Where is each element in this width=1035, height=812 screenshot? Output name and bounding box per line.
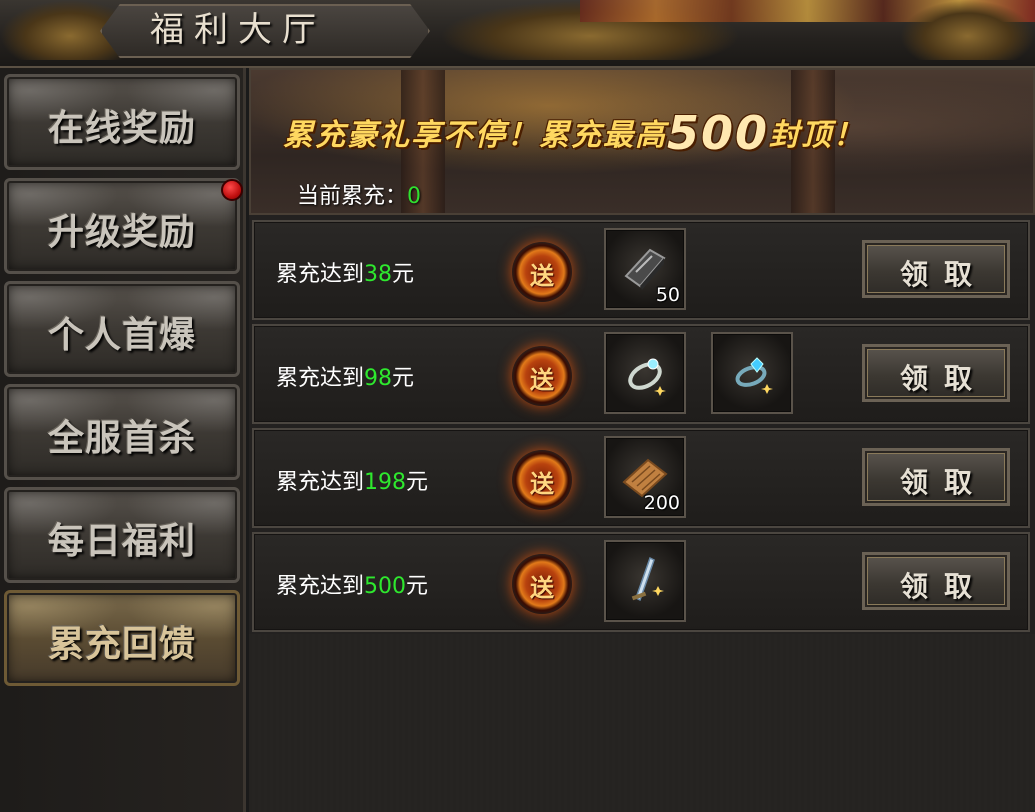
empty-content-area — [249, 634, 1035, 812]
promo-banner: 累充豪礼享不停！累充最高500封顶！ 当前累充：0 — [249, 68, 1035, 215]
gift-send-text: 送 — [530, 365, 554, 394]
claim-button[interactable]: 领取 — [862, 240, 1010, 298]
sidebar-item-label: 全服首杀 — [47, 417, 196, 459]
reward-threshold: 累充达到198元 — [276, 464, 428, 496]
current-recharge-label: 当前累充： — [297, 184, 408, 209]
reward-item-slot[interactable] — [711, 332, 793, 414]
dragon-ornament-right — [900, 0, 1035, 60]
window-title: 福利大厅 — [150, 10, 326, 50]
reward-threshold: 累充达到500元 — [276, 568, 428, 600]
reward-item-slot[interactable]: 50 — [604, 228, 686, 310]
ring-icon — [628, 358, 666, 396]
threshold-prefix: 累充达到 — [276, 574, 365, 599]
reward-row: 累充达到98元 送 领取 — [252, 324, 1030, 424]
threshold-suffix: 元 — [406, 470, 429, 495]
reward-threshold: 累充达到98元 — [276, 360, 414, 392]
gift-send-text: 送 — [530, 469, 554, 498]
current-recharge: 当前累充：0 — [297, 178, 421, 210]
threshold-prefix: 累充达到 — [276, 366, 365, 391]
notification-badge — [221, 179, 243, 201]
gift-send-icon: 送 — [512, 242, 572, 302]
reward-item-slot[interactable] — [604, 540, 686, 622]
title-bar: 福利大厅 — [0, 0, 1035, 68]
threshold-prefix: 累充达到 — [276, 470, 365, 495]
threshold-amount: 98 — [364, 366, 393, 391]
main-panel: 累充豪礼享不停！累充最高500封顶！ 当前累充：0 累充达到38元 送 50 领… — [249, 68, 1035, 812]
item-quantity: 200 — [643, 492, 680, 514]
sidebar-item-server-first-kill[interactable]: 全服首杀 — [4, 384, 240, 480]
reward-threshold: 累充达到38元 — [276, 256, 414, 288]
claim-button-label: 领取 — [899, 258, 988, 291]
claim-button[interactable]: 领取 — [862, 344, 1010, 402]
reward-item-slot[interactable] — [604, 332, 686, 414]
claim-button-label: 领取 — [899, 570, 988, 603]
sidebar-item-label: 累充回馈 — [47, 623, 196, 665]
gem-ring-icon — [735, 357, 773, 394]
sidebar-item-label: 每日福利 — [47, 520, 196, 562]
reward-item-slot[interactable]: 200 — [604, 436, 686, 518]
claim-button-label: 领取 — [899, 362, 988, 395]
sidebar-item-daily-welfare[interactable]: 每日福利 — [4, 487, 240, 583]
threshold-suffix: 元 — [392, 262, 415, 287]
gift-send-text: 送 — [530, 261, 554, 290]
banner-headline: 累充豪礼享不停！累充最高500封顶！ — [283, 106, 1023, 160]
threshold-amount: 500 — [364, 574, 407, 599]
current-recharge-value: 0 — [407, 184, 422, 209]
threshold-suffix: 元 — [406, 574, 429, 599]
claim-button-label: 领取 — [899, 466, 988, 499]
sidebar-item-level-reward[interactable]: 升级奖励 — [4, 178, 243, 274]
gift-send-icon: 送 — [512, 346, 572, 406]
sword-icon — [631, 556, 664, 602]
sidebar-item-personal-first-drop[interactable]: 个人首爆 — [4, 281, 240, 377]
banner-headline-text: 累充豪礼享不停！累充最高 — [283, 118, 667, 153]
sidebar-item-recharge-feedback[interactable]: 累充回馈 — [4, 590, 240, 686]
sidebar-item-online-reward[interactable]: 在线奖励 — [4, 74, 240, 170]
reward-row: 累充达到38元 送 50 领取 — [252, 220, 1030, 320]
sidebar: 在线奖励 升级奖励 个人首爆 全服首杀 每日福利 累充回馈 — [0, 68, 246, 812]
threshold-prefix: 累充达到 — [276, 262, 365, 287]
threshold-amount: 38 — [364, 262, 393, 287]
item-quantity: 50 — [655, 284, 680, 306]
sidebar-item-label: 升级奖励 — [47, 211, 196, 253]
threshold-amount: 198 — [364, 470, 407, 495]
gift-send-icon: 送 — [512, 554, 572, 614]
banner-cap-amount: 500 — [667, 106, 770, 160]
reward-row: 累充达到198元 送 200 领取 — [252, 428, 1030, 528]
claim-button[interactable]: 领取 — [862, 552, 1010, 610]
gift-send-text: 送 — [530, 573, 554, 602]
gift-send-icon: 送 — [512, 450, 572, 510]
reward-row: 累充达到500元 送 领取 — [252, 532, 1030, 632]
claim-button[interactable]: 领取 — [862, 448, 1010, 506]
sidebar-item-label: 在线奖励 — [47, 107, 196, 149]
banner-headline-suffix: 封顶！ — [769, 118, 866, 153]
threshold-suffix: 元 — [392, 366, 415, 391]
sidebar-item-label: 个人首爆 — [47, 314, 196, 356]
